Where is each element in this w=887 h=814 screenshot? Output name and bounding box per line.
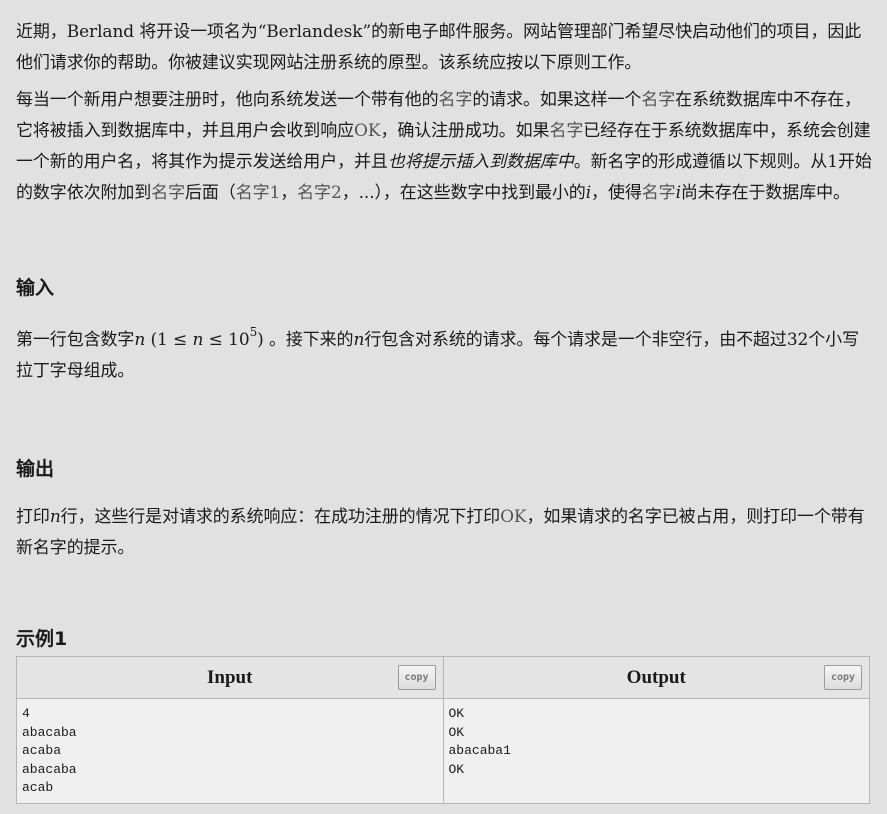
sample-output-line: OK bbox=[448, 761, 465, 777]
sample-input-line: acab bbox=[22, 780, 54, 795]
sample-input-line: abacaba bbox=[22, 724, 77, 740]
sample-output-line: OK bbox=[448, 724, 465, 740]
output-heading: 输出 bbox=[16, 458, 55, 480]
input-label: Input bbox=[207, 666, 253, 688]
input-header: Input copy bbox=[16, 656, 444, 699]
sample-input[interactable]: 4 abacaba acaba abacaba acab bbox=[16, 698, 444, 804]
sample-input-line: acaba bbox=[22, 743, 62, 758]
input-description: 第一行包含数字n (1 ≤ n ≤ 105) 。接下来的n行包含对系统的请求。每… bbox=[16, 325, 859, 381]
statement-paragraph-2: 每当一个新用户想要注册时，他向系统发送一个带有他的名字的请求。如果这样一个名字在… bbox=[16, 90, 872, 203]
output-label: Output bbox=[626, 666, 686, 688]
output-description: 打印n行，这些行是对请求的系统响应：在成功注册的情况下打印OK，如果请求的名字已… bbox=[16, 507, 865, 558]
copy-input-button[interactable]: copy bbox=[397, 665, 436, 690]
example-heading: 示例1 bbox=[16, 628, 68, 650]
statement-paragraph-1: 近期，Berland 将开设一项名为“Berlandesk”的新电子邮件服务。网… bbox=[16, 22, 862, 73]
input-heading: 输入 bbox=[16, 277, 55, 299]
sample-output-line: OK bbox=[448, 706, 465, 721]
problem-page: 近期，Berland 将开设一项名为“Berlandesk”的新电子邮件服务。网… bbox=[0, 0, 887, 804]
output-header: Output copy bbox=[442, 656, 870, 699]
copy-output-button[interactable]: copy bbox=[824, 665, 862, 690]
sample-output-line: abacaba1 bbox=[448, 743, 511, 758]
sample-input-line: abacaba bbox=[22, 761, 77, 777]
sample-input-line: 4 bbox=[22, 706, 30, 721]
sample-output[interactable]: OK OK abacaba1 OK bbox=[442, 698, 870, 804]
sample-table: Input copy Output copy 4 abacaba acaba a… bbox=[16, 656, 870, 804]
